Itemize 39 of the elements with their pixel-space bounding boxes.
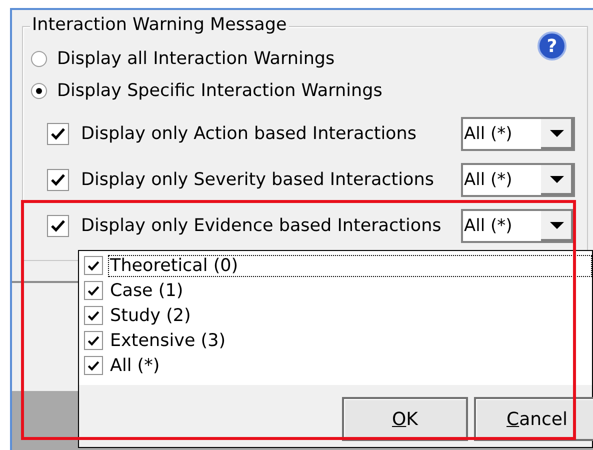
checkbox-label: Display only Severity based Interactions — [81, 170, 435, 190]
checkbox[interactable] — [47, 123, 69, 145]
check-icon — [87, 358, 100, 372]
group-title: Interaction Warning Message — [30, 15, 289, 35]
ok-button[interactable]: OK — [342, 397, 468, 441]
checkbox[interactable] — [84, 331, 103, 350]
radio-button[interactable] — [31, 51, 47, 67]
radio-label: Display all Interaction Warnings — [57, 49, 335, 69]
radio-label: Display Specific Interaction Warnings — [57, 81, 382, 101]
list-item-label[interactable]: Case (1) — [108, 280, 186, 302]
dropdown[interactable]: All (*) — [461, 163, 575, 197]
list-item-label[interactable]: All (*) — [108, 354, 162, 376]
list-item-label[interactable]: Theoretical (0) — [108, 254, 592, 276]
cancel-button[interactable]: Cancel — [474, 397, 593, 441]
check-icon — [87, 334, 100, 348]
checkbox[interactable] — [84, 306, 103, 325]
checkbox[interactable] — [47, 169, 69, 191]
help-icon[interactable]: ? — [537, 31, 567, 61]
check-icon — [50, 219, 66, 233]
caret-icon — [550, 222, 564, 230]
caret-icon — [550, 176, 564, 184]
check-icon — [87, 308, 100, 322]
checkbox[interactable] — [84, 256, 103, 275]
dropdown[interactable]: All (*) — [461, 209, 575, 243]
checkbox-label: Display only Evidence based Interactions — [81, 216, 442, 236]
check-icon — [50, 127, 66, 141]
checkbox-label: Display only Action based Interactions — [81, 124, 418, 144]
list-item-label[interactable]: Study (2) — [108, 304, 193, 326]
check-icon — [87, 258, 100, 272]
list-item-label[interactable]: Extensive (3) — [108, 330, 228, 352]
question-mark: ? — [546, 36, 558, 57]
check-icon — [87, 284, 100, 298]
radio-button[interactable] — [31, 83, 47, 99]
check-icon — [50, 173, 66, 187]
caret-icon — [550, 130, 564, 138]
checkbox[interactable] — [47, 215, 69, 237]
checkbox[interactable] — [84, 356, 103, 375]
checkbox[interactable] — [84, 281, 103, 300]
dropdown[interactable]: All (*) — [461, 117, 575, 151]
